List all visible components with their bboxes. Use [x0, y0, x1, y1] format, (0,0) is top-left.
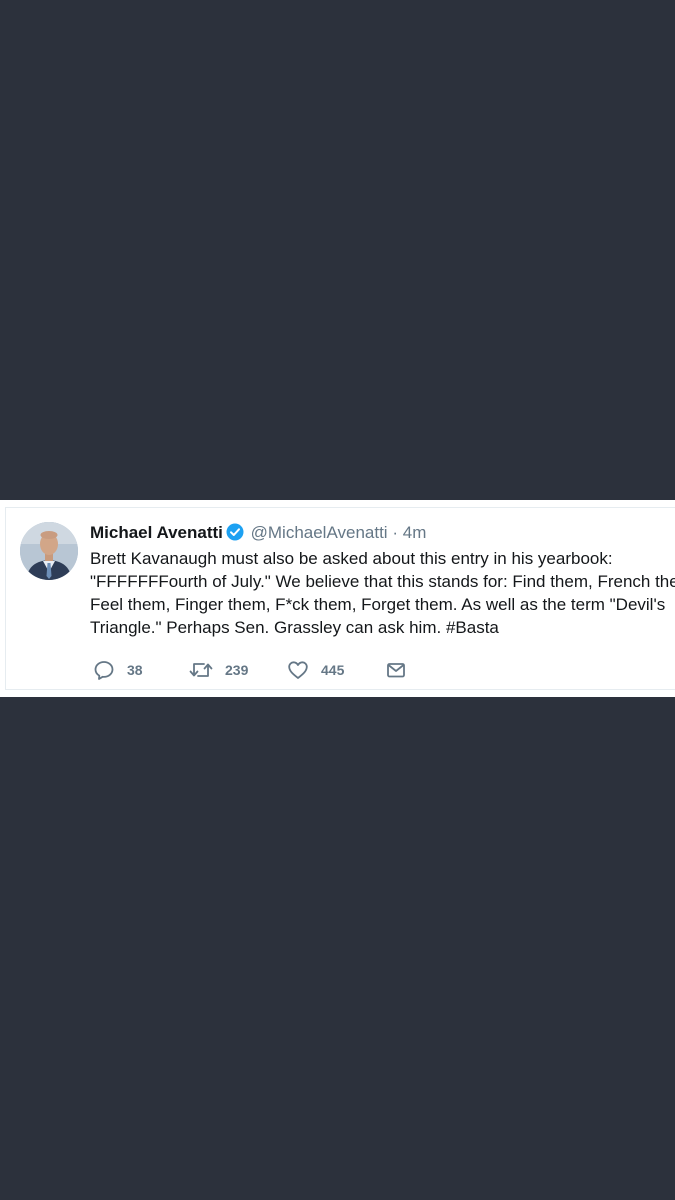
- tweet-text-line: Brett Kavanaugh must also be asked about…: [90, 549, 613, 568]
- retweet-icon: [189, 659, 213, 681]
- tweet-text-line: Feel them, Finger them, F*ck them, Forge…: [90, 595, 666, 614]
- retweet-button[interactable]: 239: [189, 658, 248, 682]
- header-separator: ·: [392, 523, 398, 542]
- tweet-timestamp[interactable]: 4m: [403, 523, 427, 542]
- display-name[interactable]: Michael Avenatti: [90, 523, 223, 542]
- reply-count: 38: [127, 662, 143, 678]
- retweet-count: 239: [225, 662, 249, 678]
- verified-badge-icon: [226, 523, 244, 547]
- reply-icon: [93, 659, 115, 681]
- tweet-text: Brett Kavanaugh must also be asked about…: [90, 547, 675, 639]
- tweet-text-line: "FFFFFFFourth of July." We believe that …: [90, 572, 675, 591]
- tweet-container: Michael Avenatti @MichaelAvenatti · 4m B…: [5, 507, 675, 690]
- like-button[interactable]: 445: [287, 658, 344, 682]
- reply-button[interactable]: 38: [93, 658, 143, 682]
- envelope-icon: [385, 659, 407, 681]
- avatar[interactable]: [20, 522, 78, 580]
- tweet-text-line: Triangle." Perhaps Sen. Grassley can ask…: [90, 618, 499, 637]
- tweet-header: Michael Avenatti @MichaelAvenatti · 4m: [90, 522, 426, 547]
- avatar-photo: [20, 522, 78, 580]
- direct-message-button[interactable]: [385, 658, 407, 682]
- tweet-card[interactable]: Michael Avenatti @MichaelAvenatti · 4m B…: [0, 500, 675, 697]
- user-handle[interactable]: @MichaelAvenatti: [251, 523, 388, 542]
- heart-icon: [287, 659, 309, 681]
- like-count: 445: [321, 662, 345, 678]
